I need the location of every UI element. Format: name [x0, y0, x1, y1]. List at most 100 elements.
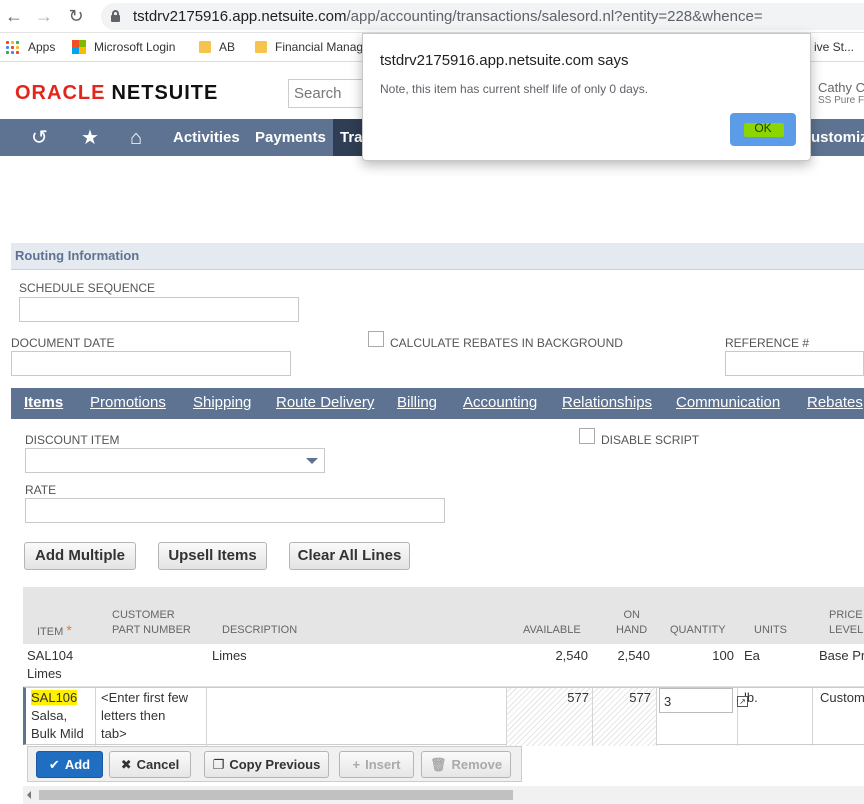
tab-promotions[interactable]: Promotions: [90, 394, 166, 411]
apps-grid-icon: [6, 40, 19, 54]
scrollbar-thumb[interactable]: [39, 790, 513, 800]
row-description: Limes: [212, 648, 247, 663]
folder-icon: [199, 41, 211, 53]
clear-all-lines-button[interactable]: Clear All Lines: [289, 542, 410, 570]
close-icon: ✖: [120, 757, 132, 772]
item-code-highlight: SAL106: [31, 690, 78, 705]
bookmark-microsoft-login[interactable]: Microsoft Login: [72, 40, 175, 54]
col-customer-part-number[interactable]: CUSTOMER PART NUMBER: [112, 608, 191, 638]
forward-arrow-icon[interactable]: →: [34, 6, 54, 26]
reference-input[interactable]: [725, 351, 864, 376]
bookmark-label: ive St...: [814, 40, 855, 54]
tab-accounting[interactable]: Accounting: [463, 394, 537, 411]
folder-icon: [255, 41, 267, 53]
global-search-input[interactable]: Search: [288, 79, 368, 108]
row-quantity: 100: [712, 648, 734, 663]
recent-records-icon[interactable]: ↺: [31, 128, 48, 148]
row-price-level[interactable]: Custom: [820, 689, 864, 707]
item-table-header: ITEM * CUSTOMER PART NUMBER DESCRIPTION A…: [23, 587, 864, 644]
row-item: SAL104 Limes: [27, 648, 74, 681]
bookmark-financial[interactable]: Financial Manage: [255, 40, 370, 54]
quantity-input[interactable]: 3: [659, 688, 733, 713]
subtabs-bar: Items Promotions Shipping Route Delivery…: [11, 388, 864, 416]
disable-script-checkbox[interactable]: [579, 428, 595, 444]
back-arrow-icon[interactable]: ←: [4, 6, 24, 26]
table-row[interactable]: SAL104 Limes Limes 2,540 2,540 100 Ea Bas…: [23, 644, 864, 687]
tab-communication[interactable]: Communication: [676, 394, 780, 411]
col-price-level[interactable]: PRICE LEVEL: [829, 608, 863, 638]
rate-input[interactable]: [25, 498, 445, 523]
nav-customization[interactable]: ustomiz: [811, 129, 864, 146]
user-role: SS Pure F: [818, 95, 864, 106]
url-text: tstdrv2175916.app.netsuite.com/app/accou…: [133, 8, 763, 25]
disable-script-label: DISABLE SCRIPT: [601, 433, 700, 447]
routing-information-header[interactable]: Routing Information: [11, 243, 864, 270]
oracle-netsuite-logo[interactable]: ORACLE NETSUITE: [15, 82, 218, 105]
bookmark-ab[interactable]: AB: [199, 40, 235, 54]
discount-item-select[interactable]: [25, 448, 325, 473]
section-title: Routing Information: [15, 248, 140, 263]
nav-payments[interactable]: Payments: [255, 129, 326, 146]
line-action-bar: ✔ Add ✖ Cancel ❐ Copy Previous + Insert 🗑 Rem…: [27, 746, 522, 782]
add-line-button[interactable]: ✔ Add: [36, 751, 103, 778]
copy-previous-button[interactable]: ❐ Copy Previous: [204, 751, 329, 778]
col-quantity[interactable]: QUANTITY: [670, 623, 726, 638]
upsell-items-button[interactable]: Upsell Items: [158, 542, 267, 570]
home-icon[interactable]: ⌂: [130, 128, 142, 148]
col-available[interactable]: AVAILABLE: [523, 623, 581, 638]
cell-divider: [812, 688, 813, 746]
customer-part-number-input[interactable]: <Enter first few letters then tab>: [101, 689, 188, 743]
col-description[interactable]: DESCRIPTION: [222, 623, 297, 638]
tab-billing[interactable]: Billing: [397, 394, 437, 411]
tab-items[interactable]: Items: [24, 394, 63, 411]
ok-button[interactable]: OK: [730, 113, 796, 146]
tab-rebates[interactable]: Rebates: [807, 394, 863, 411]
nav-transactions[interactable]: Tra: [340, 129, 363, 146]
alert-dialog: tstdrv2175916.app.netsuite.com says Note…: [362, 33, 811, 161]
tab-route-delivery[interactable]: Route Delivery: [276, 394, 374, 411]
url-box[interactable]: tstdrv2175916.app.netsuite.com/app/accou…: [101, 3, 864, 30]
tab-relationships[interactable]: Relationships: [562, 394, 652, 411]
cancel-line-button[interactable]: ✖ Cancel: [109, 751, 191, 778]
row-price-level: Base Pr: [819, 648, 864, 663]
cell-divider: [592, 688, 593, 746]
bookmark-label: Financial Manage: [275, 40, 370, 54]
rate-label: RATE: [25, 483, 57, 497]
insert-line-button[interactable]: + Insert: [339, 751, 414, 778]
remove-line-button[interactable]: 🗑 Remove: [421, 751, 511, 778]
col-units[interactable]: UNITS: [754, 623, 787, 638]
required-mark: *: [66, 622, 72, 638]
row-item[interactable]: SAL106 Salsa, Bulk Mild: [31, 689, 84, 743]
user-name: Cathy C: [818, 80, 864, 95]
cell-divider: [656, 688, 657, 746]
popup-edit-icon[interactable]: ↗: [737, 696, 748, 707]
bookmark-label: Microsoft Login: [94, 40, 176, 54]
bookmark-apps[interactable]: Apps: [6, 40, 55, 54]
schedule-sequence-label: SCHEDULE SEQUENCE: [19, 281, 156, 295]
schedule-sequence-input[interactable]: [19, 297, 299, 322]
calculate-rebates-checkbox[interactable]: [368, 331, 384, 347]
scroll-left-icon[interactable]: [27, 791, 31, 799]
add-multiple-button[interactable]: Add Multiple: [24, 542, 136, 570]
reference-label: REFERENCE #: [725, 336, 810, 350]
row-available: 577: [567, 690, 589, 705]
col-item[interactable]: ITEM *: [37, 623, 72, 640]
row-available: 2,540: [555, 648, 588, 663]
user-menu[interactable]: Cathy C SS Pure F: [818, 80, 864, 106]
bookmark-live[interactable]: ive St...: [814, 40, 854, 54]
document-date-input[interactable]: [11, 351, 291, 376]
cell-divider: [206, 688, 207, 746]
row-on-hand: 2,540: [617, 648, 650, 663]
lock-icon: [111, 10, 120, 22]
col-on-hand[interactable]: ON HAND: [616, 608, 647, 638]
horizontal-scrollbar[interactable]: [23, 786, 864, 804]
star-icon[interactable]: ★: [81, 128, 99, 148]
discount-item-label: DISCOUNT ITEM: [25, 433, 120, 447]
tab-underline: [11, 416, 864, 419]
microsoft-logo-icon: [72, 40, 86, 54]
tab-shipping[interactable]: Shipping: [193, 394, 251, 411]
reload-icon[interactable]: ↻: [66, 6, 86, 26]
dialog-message: Note, this item has current shelf life o…: [380, 82, 649, 96]
nav-activities[interactable]: Activities: [173, 129, 240, 146]
trash-icon: 🗑: [429, 757, 447, 772]
